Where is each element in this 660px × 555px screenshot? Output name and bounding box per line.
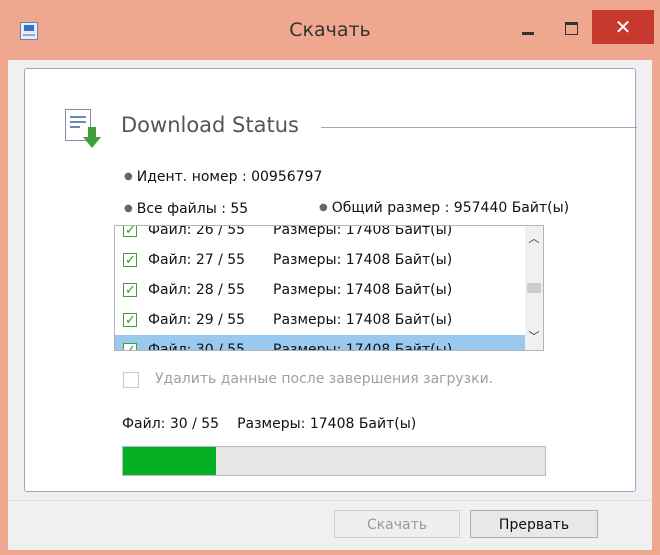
file-list-row-size: Размеры: 17408 Байт(ы)	[273, 342, 453, 351]
file-list-row-name: Файл: 26 / 55	[148, 225, 246, 238]
check-icon	[123, 306, 137, 336]
check-icon	[123, 336, 137, 350]
file-list-row[interactable]: Файл: 27 / 55 Размеры: 17408 Байт(ы)	[115, 245, 525, 276]
scroll-thumb[interactable]	[527, 283, 541, 293]
title-bar[interactable]: Скачать ✕	[0, 0, 660, 60]
id-number-line: ● Идент. номер : 00956797	[124, 169, 323, 185]
file-list-row-name: Файл: 29 / 55	[148, 312, 246, 328]
arrow-down-icon	[83, 127, 101, 149]
download-window: Скачать ✕ Download Status ● Идент. номер…	[0, 0, 660, 555]
download-button[interactable]: Скачать	[334, 510, 460, 538]
list-scrollbar[interactable]: ︿ ﹀	[525, 226, 543, 350]
file-list-row-name: Файл: 30 / 55	[148, 342, 246, 351]
file-list-row-name: Файл: 28 / 55	[148, 282, 246, 298]
file-list-row-name: Файл: 27 / 55	[148, 252, 246, 268]
total-size-line: ● Общий размер : 957440 Байт(ы)	[319, 200, 570, 216]
bullet-icon: ●	[319, 202, 328, 213]
bullet-icon: ●	[124, 203, 133, 214]
file-list-row[interactable]: Файл: 26 / 55 Размеры: 17408 Байт(ы)	[115, 225, 525, 246]
download-document-icon	[65, 109, 101, 149]
file-list-row-size: Размеры: 17408 Байт(ы)	[273, 282, 453, 298]
file-list-row-size: Размеры: 17408 Байт(ы)	[273, 252, 453, 268]
bullet-icon: ●	[124, 171, 133, 182]
delete-after-download-checkbox[interactable]	[123, 372, 139, 388]
close-button[interactable]: ✕	[592, 10, 654, 44]
file-list-row[interactable]: Файл: 28 / 55 Размеры: 17408 Байт(ы)	[115, 275, 525, 306]
all-files-line: ● Все файлы : 55	[124, 201, 249, 217]
page-title: Download Status	[121, 113, 299, 137]
file-list-rows: Файл: 26 / 55Размеры: 17408 Байт(ы)Файл:…	[115, 225, 525, 351]
scroll-up-icon[interactable]: ︿	[525, 230, 543, 248]
file-list-row-size: Размеры: 17408 Байт(ы)	[273, 312, 453, 328]
abort-button[interactable]: Прервать	[470, 510, 598, 538]
dialog-body: Download Status ● Идент. номер : 00956797…	[8, 60, 652, 550]
current-file-status: Файл: 30 / 55 Размеры: 17408 Байт(ы)	[122, 416, 416, 432]
file-list-row-size: Размеры: 17408 Байт(ы)	[273, 225, 453, 238]
check-icon	[123, 276, 137, 306]
delete-after-download-label: Удалить данные после завершения загрузки…	[155, 371, 494, 387]
progress-fill	[123, 447, 216, 475]
check-icon	[123, 246, 137, 276]
check-icon	[123, 226, 137, 246]
minimize-button[interactable]	[506, 10, 552, 44]
title-divider	[321, 127, 637, 128]
file-list-row[interactable]: Файл: 29 / 55 Размеры: 17408 Байт(ы)	[115, 305, 525, 336]
maximize-button[interactable]	[552, 10, 592, 44]
footer-divider	[8, 500, 652, 501]
current-file-number: Файл: 30 / 55	[122, 416, 220, 432]
status-panel: Download Status ● Идент. номер : 00956797…	[24, 68, 637, 492]
current-file-size: Размеры: 17408 Байт(ы)	[237, 416, 417, 432]
download-progress-bar	[122, 446, 546, 476]
file-list[interactable]: Файл: 26 / 55Размеры: 17408 Байт(ы)Файл:…	[114, 225, 544, 351]
file-list-row[interactable]: Файл: 30 / 55 Размеры: 17408 Байт(ы)	[115, 335, 525, 351]
close-icon: ✕	[614, 15, 632, 39]
scroll-down-icon[interactable]: ﹀	[525, 328, 543, 346]
